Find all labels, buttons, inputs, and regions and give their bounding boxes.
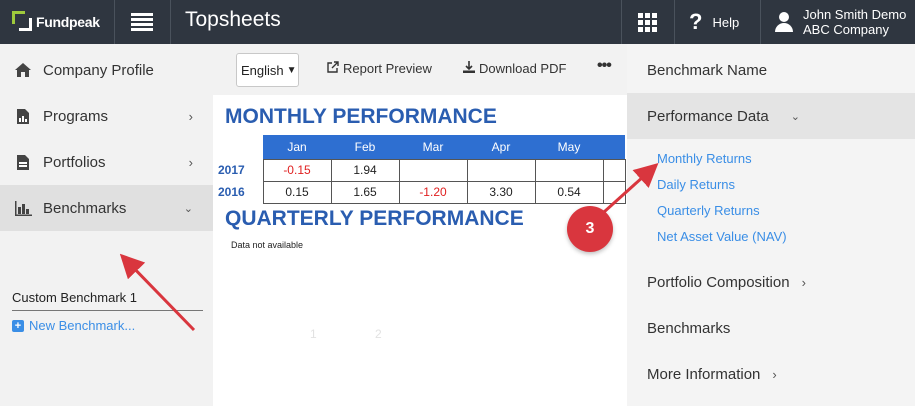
- panel-item-label: Portfolio Composition: [647, 273, 790, 291]
- faded-number: 2: [375, 327, 382, 341]
- panel-item-label: More Information: [647, 365, 761, 383]
- quarterly-performance-title: QUARTERLY PERFORMANCE: [225, 207, 524, 230]
- table-cell: 1.65: [330, 180, 400, 204]
- left-sidebar: Company Profile Programs › Portfolios › …: [0, 44, 213, 406]
- download-pdf-button[interactable]: Download PDF: [463, 61, 566, 76]
- panel-item-label: Benchmark Name: [647, 61, 768, 79]
- user-icon: [775, 12, 793, 32]
- plus-icon: +: [12, 319, 24, 332]
- report-preview-button[interactable]: Report Preview: [327, 61, 432, 76]
- table-cell: 1.94: [330, 158, 400, 182]
- bar-chart-icon: [14, 199, 32, 217]
- download-icon: [463, 61, 475, 76]
- download-pdf-label: Download PDF: [479, 61, 567, 76]
- sidebar-item-label: Company Profile: [43, 61, 154, 79]
- table-header-row: Jan Feb Mar Apr May: [214, 135, 625, 159]
- table-cell: -1.20: [398, 180, 468, 204]
- sidebar-item-benchmarks[interactable]: Benchmarks ⌄: [0, 185, 213, 231]
- new-benchmark-link[interactable]: + New Benchmark...: [12, 318, 135, 333]
- company-name: ABC Company: [803, 22, 889, 37]
- column-header: May: [535, 135, 603, 159]
- new-benchmark-label: New Benchmark...: [29, 318, 136, 333]
- home-icon: [14, 61, 32, 79]
- report-area: English ▼ Report Preview Download PDF ••…: [213, 44, 627, 406]
- apps-grid-button[interactable]: [621, 0, 673, 44]
- app-title: Topsheets: [185, 8, 281, 31]
- table-cell: 3.30: [466, 180, 536, 204]
- panel-item-portfolio-composition[interactable]: Portfolio Composition ›: [627, 259, 915, 305]
- language-select[interactable]: English ▼: [236, 53, 299, 87]
- table-cell: [534, 158, 604, 182]
- report-toolbar: English ▼ Report Preview Download PDF ••…: [213, 44, 627, 95]
- more-options-button[interactable]: •••: [597, 57, 612, 75]
- table-row: 2017 -0.15 1.94: [214, 158, 626, 182]
- grid-icon: [637, 12, 657, 32]
- panel-item-label: Performance Data: [647, 107, 769, 125]
- table-row: 2016 0.15 1.65 -1.20 3.30 0.54: [214, 180, 626, 204]
- custom-benchmark-link[interactable]: Custom Benchmark 1: [12, 290, 203, 311]
- table-cell: 0.54: [534, 180, 604, 204]
- chevron-right-icon: ›: [188, 108, 193, 124]
- chevron-right-icon: ›: [188, 154, 193, 170]
- table-cell: -0.15: [262, 158, 332, 182]
- no-data-message: Data not available: [231, 240, 304, 250]
- daily-returns-link[interactable]: Daily Returns: [657, 177, 735, 192]
- sidebar-item-portfolios[interactable]: Portfolios ›: [0, 139, 213, 185]
- report-preview-label: Report Preview: [343, 61, 432, 76]
- fundpeak-logo[interactable]: Fundpeak: [0, 0, 114, 44]
- nav-link[interactable]: Net Asset Value (NAV): [657, 229, 787, 244]
- chevron-down-icon: ⌄: [790, 110, 800, 123]
- table-cell: [398, 158, 468, 182]
- column-header: [603, 135, 625, 159]
- logo-text: Fundpeak: [36, 14, 100, 30]
- panel-item-performance-data[interactable]: Performance Data ⌄: [627, 93, 915, 139]
- quarterly-returns-link[interactable]: Quarterly Returns: [657, 203, 760, 218]
- sidebar-item-programs[interactable]: Programs ›: [0, 93, 213, 139]
- menu-toggle-button[interactable]: [115, 0, 169, 44]
- table-cell: 0.15: [262, 180, 332, 204]
- help-label: Help: [712, 14, 740, 30]
- logo-mark-icon: [12, 11, 34, 33]
- top-bar: Fundpeak Topsheets ? Help John Smith Dem…: [0, 0, 915, 44]
- table-cell: [602, 158, 626, 182]
- panel-item-label: Benchmarks: [647, 319, 731, 337]
- document-chart-icon: [14, 107, 32, 125]
- column-header: Jan: [263, 135, 331, 159]
- monthly-returns-link[interactable]: Monthly Returns: [657, 151, 752, 166]
- panel-item-benchmarks[interactable]: Benchmarks: [627, 305, 915, 351]
- year-cell: 2017: [218, 163, 245, 177]
- table-header-blank: [214, 135, 263, 159]
- question-mark-icon: ?: [689, 9, 703, 34]
- sidebar-item-label: Programs: [43, 107, 109, 125]
- sidebar-item-label: Portfolios: [43, 153, 106, 171]
- chevron-right-icon: ›: [772, 366, 777, 382]
- help-button[interactable]: ? Help: [675, 0, 759, 44]
- step-number-badge: 3: [567, 206, 613, 252]
- chevron-down-icon: ⌄: [183, 202, 193, 215]
- year-cell: 2016: [218, 185, 245, 199]
- sidebar-item-company-profile[interactable]: Company Profile: [0, 47, 213, 93]
- user-menu[interactable]: John Smith Demo ABC Company: [761, 0, 915, 44]
- column-header: Apr: [467, 135, 535, 159]
- panel-item-benchmark-name[interactable]: Benchmark Name: [627, 47, 915, 93]
- monthly-performance-table: Jan Feb Mar Apr May 2017 -0.15 1.94 2016…: [214, 135, 626, 204]
- user-name: John Smith Demo: [803, 7, 907, 22]
- column-header: Mar: [399, 135, 467, 159]
- folder-document-icon: [14, 153, 32, 171]
- panel-item-more-information[interactable]: More Information ›: [627, 351, 915, 397]
- caret-down-icon: ▼: [286, 64, 297, 76]
- chevron-right-icon: ›: [801, 274, 806, 290]
- hamburger-icon: [131, 11, 153, 33]
- right-panel: Benchmark Name Performance Data ⌄ Monthl…: [627, 44, 915, 406]
- table-cell: [466, 158, 536, 182]
- column-header: Feb: [331, 135, 399, 159]
- language-value: English: [241, 62, 284, 78]
- monthly-performance-title: MONTHLY PERFORMANCE: [225, 105, 497, 128]
- table-cell: [602, 180, 626, 204]
- divider: [170, 0, 171, 44]
- external-link-icon: [327, 61, 339, 76]
- faded-number: 1: [310, 327, 317, 341]
- sidebar-item-label: Benchmarks: [43, 199, 127, 217]
